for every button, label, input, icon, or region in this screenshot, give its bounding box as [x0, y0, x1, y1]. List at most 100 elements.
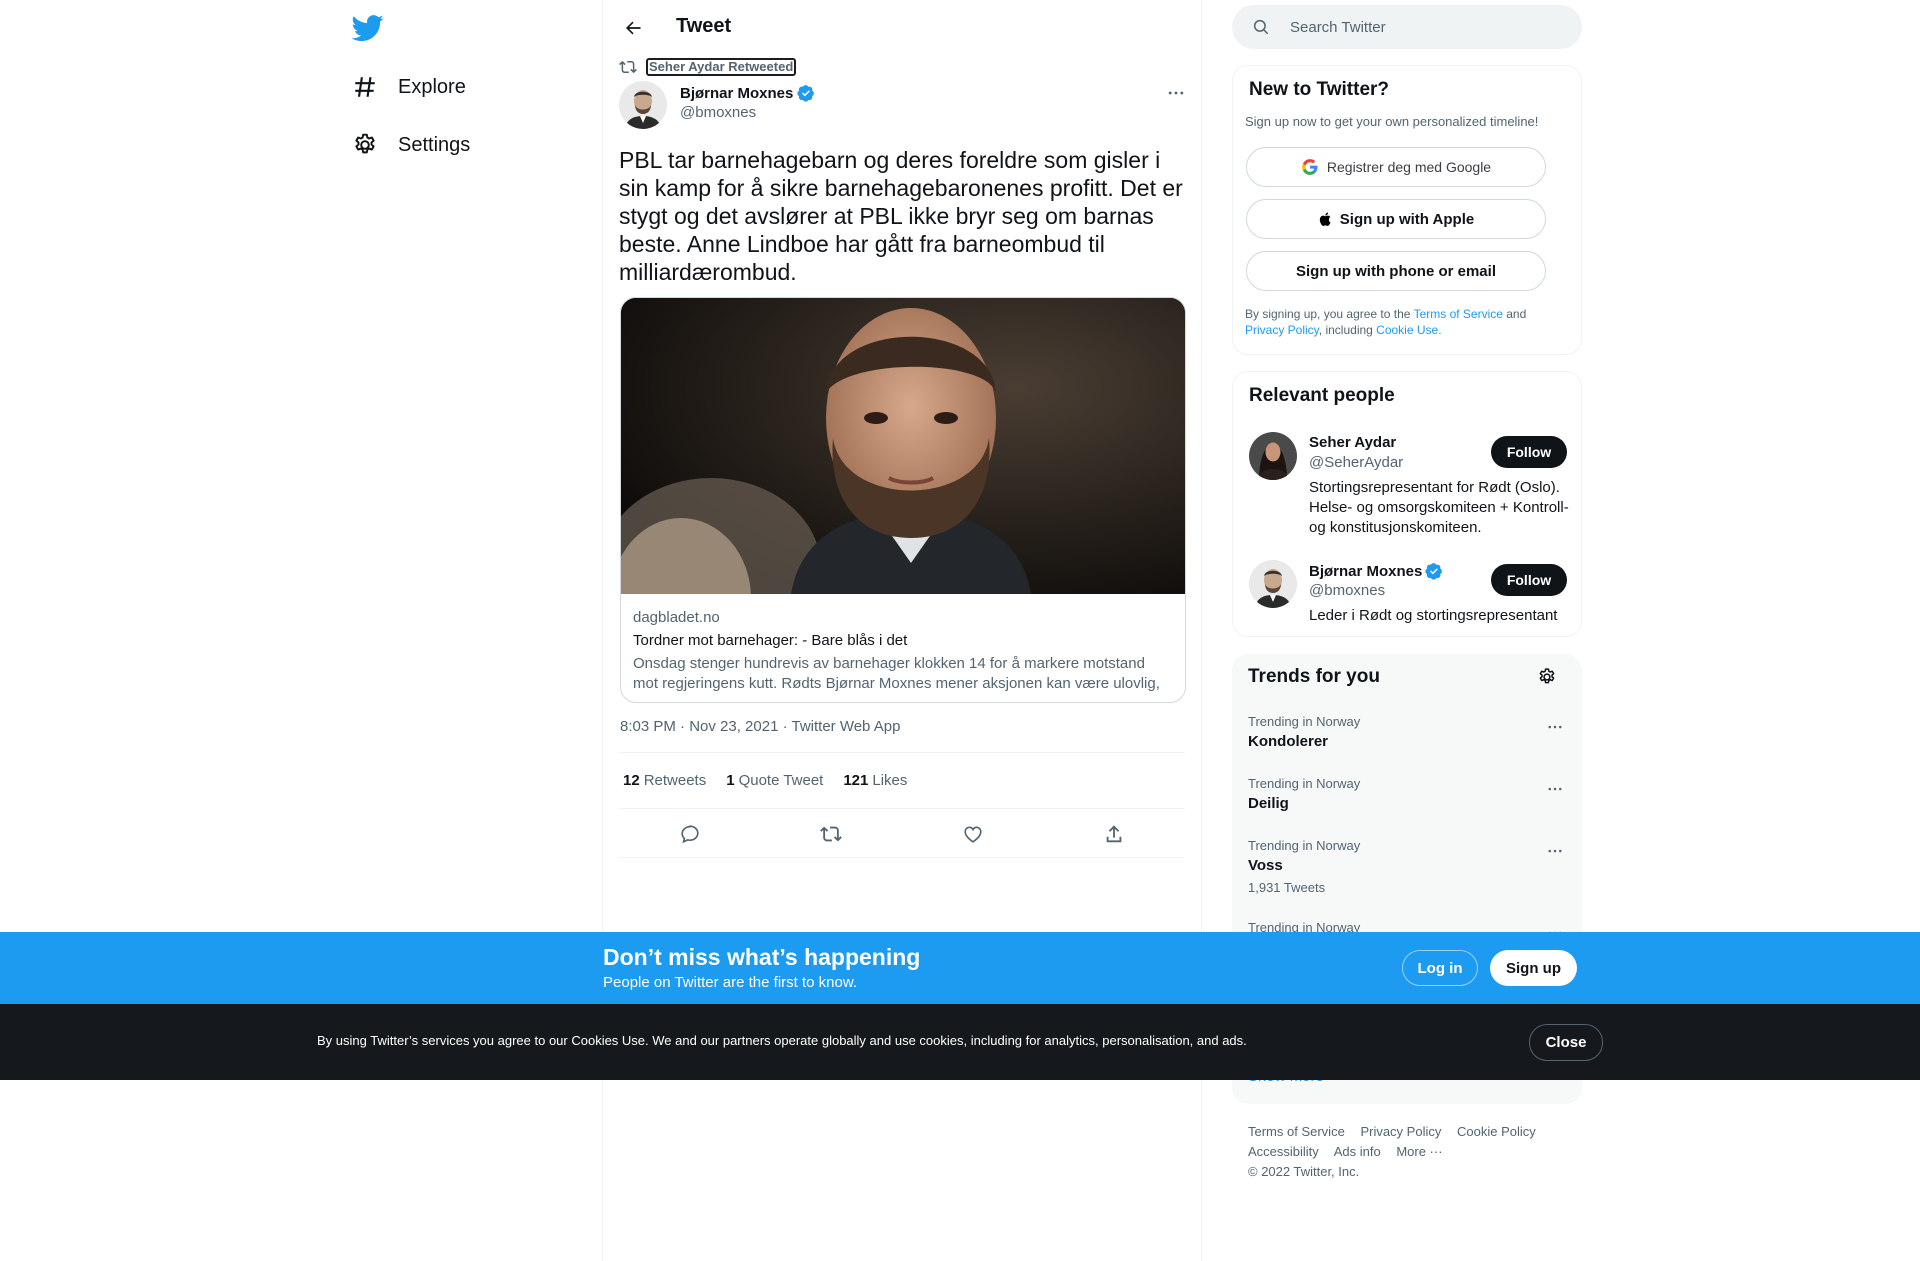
share-button[interactable]	[1100, 820, 1128, 848]
relevant-people-panel: Relevant people Seher Aydar @SeherAydar …	[1232, 371, 1582, 637]
apple-signup-button[interactable]: Sign up with Apple	[1246, 199, 1546, 239]
person-avatar[interactable]	[1249, 560, 1297, 608]
footer-more-link[interactable]: More ···	[1396, 1144, 1442, 1159]
apple-signup-label: Sign up with Apple	[1339, 210, 1475, 228]
nav-settings[interactable]: Settings	[352, 120, 470, 170]
privacy-link[interactable]: Privacy Policy	[1245, 323, 1319, 337]
reply-button[interactable]	[676, 820, 704, 848]
retweeted-by-link[interactable]: Seher Aydar Retweeted	[646, 58, 797, 76]
trend-context: Trending in Norway	[1248, 838, 1361, 853]
back-button[interactable]	[617, 12, 649, 44]
quote-tweets-stat[interactable]: 1 Quote Tweet	[726, 772, 823, 789]
twitter-bird-icon[interactable]	[352, 12, 384, 44]
likes-stat[interactable]: 121 Likes	[843, 772, 907, 789]
person-bio: Stortingsrepresentant for Rødt (Oslo). H…	[1309, 479, 1569, 536]
card-domain: dagbladet.no	[633, 609, 720, 626]
footer-ads-info-link[interactable]: Ads info	[1334, 1144, 1381, 1159]
search-icon	[1252, 18, 1270, 36]
person-avatar[interactable]	[1249, 432, 1297, 480]
verified-badge-icon	[797, 84, 815, 102]
footer-cookie-link[interactable]: Cookie Policy	[1457, 1124, 1536, 1139]
gear-icon	[352, 132, 378, 158]
panel-title: New to Twitter?	[1249, 79, 1390, 100]
footer-accessibility-link[interactable]: Accessibility	[1248, 1144, 1319, 1159]
verified-badge-icon	[1425, 562, 1443, 580]
trend-item[interactable]: Trending in Norway Deilig	[1248, 776, 1568, 812]
person-bio: Leder i Rødt og stortingsrepresentant	[1309, 607, 1558, 624]
like-icon	[964, 826, 982, 843]
more-icon	[1548, 849, 1562, 853]
search-bar[interactable]	[1232, 5, 1582, 49]
tweet-text: PBL tar barnehagebarn og deres foreldre …	[619, 147, 1183, 285]
retweet-button[interactable]	[817, 820, 845, 848]
trend-more-button[interactable]	[1542, 714, 1568, 740]
phone-email-signup-button[interactable]: Sign up with phone or email	[1246, 251, 1546, 291]
like-button[interactable]	[959, 820, 987, 848]
link-card[interactable]: dagbladet.no Tordner mot barnehager: - B…	[620, 297, 1186, 703]
search-input[interactable]	[1290, 18, 1550, 36]
person-name[interactable]: Seher Aydar	[1309, 434, 1396, 451]
follow-button[interactable]: Follow	[1491, 436, 1567, 468]
divider	[619, 857, 1185, 858]
banner-subtitle: People on Twitter are the first to know.	[603, 974, 858, 991]
panel-title: Trends for you	[1248, 666, 1380, 687]
trend-item[interactable]: Trending in Norway Voss 1,931 Tweets	[1248, 838, 1568, 895]
trend-more-button[interactable]	[1542, 776, 1568, 802]
gear-icon	[1539, 668, 1555, 684]
person-handle[interactable]: @bmoxnes	[1309, 582, 1385, 599]
trend-context: Trending in Norway	[1248, 714, 1361, 729]
retweets-stat[interactable]: 12 Retweets	[623, 772, 706, 789]
login-button[interactable]: Log in	[1402, 950, 1478, 986]
author-avatar[interactable]	[619, 81, 667, 129]
page-title: Tweet	[676, 15, 732, 37]
google-signup-label: Registrer deg med Google	[1326, 159, 1492, 175]
panel-subtitle: Sign up now to get your own personalized…	[1245, 114, 1539, 129]
person-card[interactable]: Bjørnar Moxnes @bmoxnes Leder i Rødt og …	[1249, 560, 1569, 630]
card-image	[621, 298, 1185, 594]
person-name[interactable]: Bjørnar Moxnes	[1309, 562, 1443, 580]
trend-tweet-count: 1,931 Tweets	[1248, 880, 1326, 895]
arrow-left-icon	[626, 21, 641, 35]
author-name[interactable]: Bjørnar Moxnes	[680, 84, 815, 102]
card-body: dagbladet.no Tordner mot barnehager: - B…	[633, 608, 1173, 694]
follow-button[interactable]: Follow	[1491, 564, 1567, 596]
footer-privacy-link[interactable]: Privacy Policy	[1360, 1124, 1441, 1139]
tweet-stats: 12 Retweets 1 Quote Tweet 121 Likes	[623, 772, 927, 789]
trend-name: Kondolerer	[1248, 733, 1329, 750]
trend-item[interactable]: Trending in Norway Kondolerer	[1248, 714, 1568, 750]
trend-more-button[interactable]	[1542, 838, 1568, 864]
terms-link[interactable]: Terms of Service	[1414, 307, 1503, 321]
divider	[619, 752, 1185, 753]
close-button[interactable]: Close	[1529, 1024, 1603, 1061]
person-handle[interactable]: @SeherAydar	[1309, 454, 1403, 471]
more-icon	[1548, 725, 1562, 729]
retweet-icon	[619, 58, 637, 76]
banner-title: Don’t miss what’s happening	[603, 944, 921, 970]
trends-settings-button[interactable]	[1534, 664, 1560, 690]
more-icon	[1548, 787, 1562, 791]
cookie-consent-bar: By using Twitter’s services you agree to…	[0, 1004, 1920, 1080]
trend-context: Trending in Norway	[1248, 776, 1361, 791]
google-signup-button[interactable]: Registrer deg med Google	[1246, 147, 1546, 187]
page-header: Tweet	[603, 0, 1201, 53]
footer-terms-link[interactable]: Terms of Service	[1248, 1124, 1345, 1139]
cookie-use-link[interactable]: Cookie Use.	[1376, 323, 1441, 337]
tweet-more-button[interactable]	[1159, 76, 1193, 110]
signup-banner: Don’t miss what’s happening People on Tw…	[0, 932, 1920, 1004]
retweet-context: Seher Aydar Retweeted	[619, 58, 797, 76]
signup-button[interactable]: Sign up	[1490, 950, 1577, 986]
trend-name: Deilig	[1248, 795, 1289, 812]
share-icon	[1106, 825, 1122, 843]
author-handle[interactable]: @bmoxnes	[680, 104, 756, 121]
phone-email-signup-label: Sign up with phone or email	[1295, 262, 1496, 280]
nav-explore-label: Explore	[398, 75, 466, 98]
nav-explore[interactable]: Explore	[352, 62, 466, 112]
more-icon	[1168, 91, 1184, 95]
apple-icon	[1318, 210, 1334, 228]
nav-settings-label: Settings	[398, 133, 471, 156]
signup-legal-text: By signing up, you agree to the Terms of…	[1245, 307, 1527, 337]
cookie-consent-text: By using Twitter’s services you agree to…	[317, 1033, 1247, 1048]
footer-links: Terms of Service Privacy Policy Cookie P…	[1248, 1122, 1568, 1182]
tweet-timestamp[interactable]: 8:03 PM · Nov 23, 2021 · Twitter Web App	[620, 718, 900, 735]
person-card[interactable]: Seher Aydar @SeherAydar Stortingsreprese…	[1249, 432, 1569, 542]
